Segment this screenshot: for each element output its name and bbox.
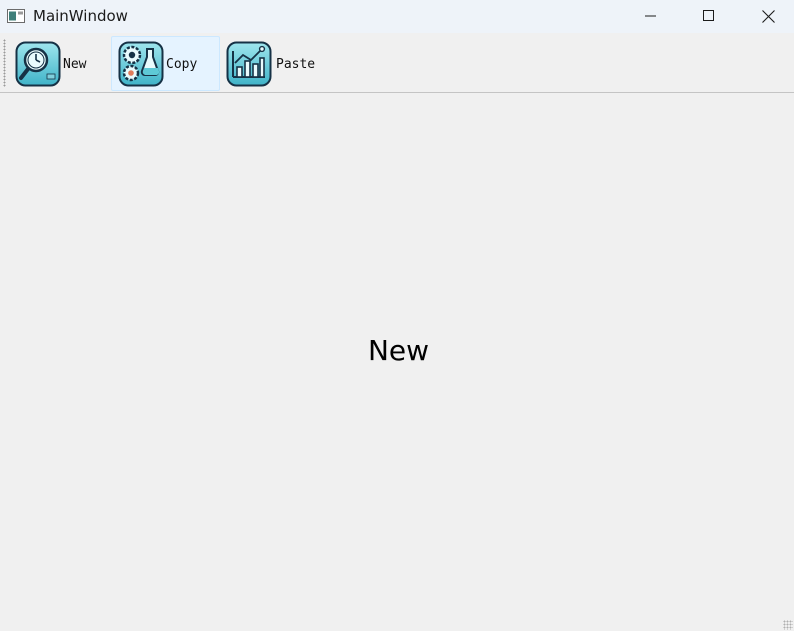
main-toolbar: New Copy Paste [0, 33, 794, 93]
maximize-icon [703, 10, 715, 22]
close-button[interactable] [739, 0, 794, 32]
maximize-button[interactable] [680, 0, 738, 32]
central-widget: New [0, 94, 794, 631]
toolbar-new-button[interactable]: New [9, 36, 109, 91]
toolbar-copy-button[interactable]: Copy [111, 36, 220, 91]
central-label: New [367, 334, 430, 367]
toolbar-copy-label: Copy [166, 57, 198, 72]
toolbar-drag-handle[interactable] [3, 39, 6, 87]
bar-chart-icon [226, 41, 272, 87]
main-window: MainWindow New Copy Paste New [0, 0, 794, 631]
minimize-button[interactable] [622, 0, 680, 32]
window-title: MainWindow [33, 7, 128, 25]
toolbar-new-label: New [63, 57, 87, 72]
clock-magnifier-icon [15, 41, 61, 87]
gears-flask-icon [118, 41, 164, 87]
resize-grip[interactable] [783, 620, 793, 630]
toolbar-paste-button[interactable]: Paste [222, 36, 322, 91]
toolbar-paste-label: Paste [276, 57, 316, 72]
app-window-icon [7, 8, 25, 23]
minimize-icon [645, 10, 657, 22]
title-bar[interactable]: MainWindow [0, 0, 794, 33]
close-icon [761, 9, 775, 23]
